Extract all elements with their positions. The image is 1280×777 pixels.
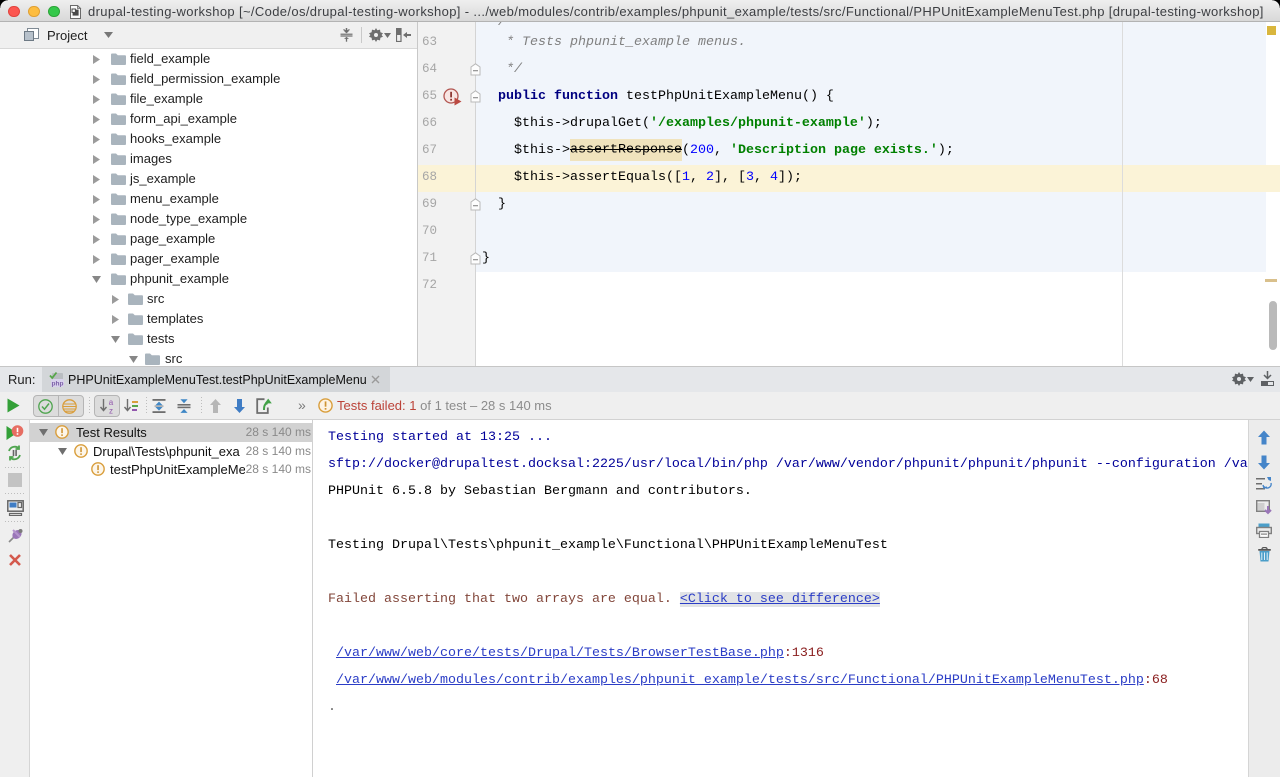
svg-text:z: z [109, 407, 113, 415]
svg-text:php: php [52, 381, 64, 388]
